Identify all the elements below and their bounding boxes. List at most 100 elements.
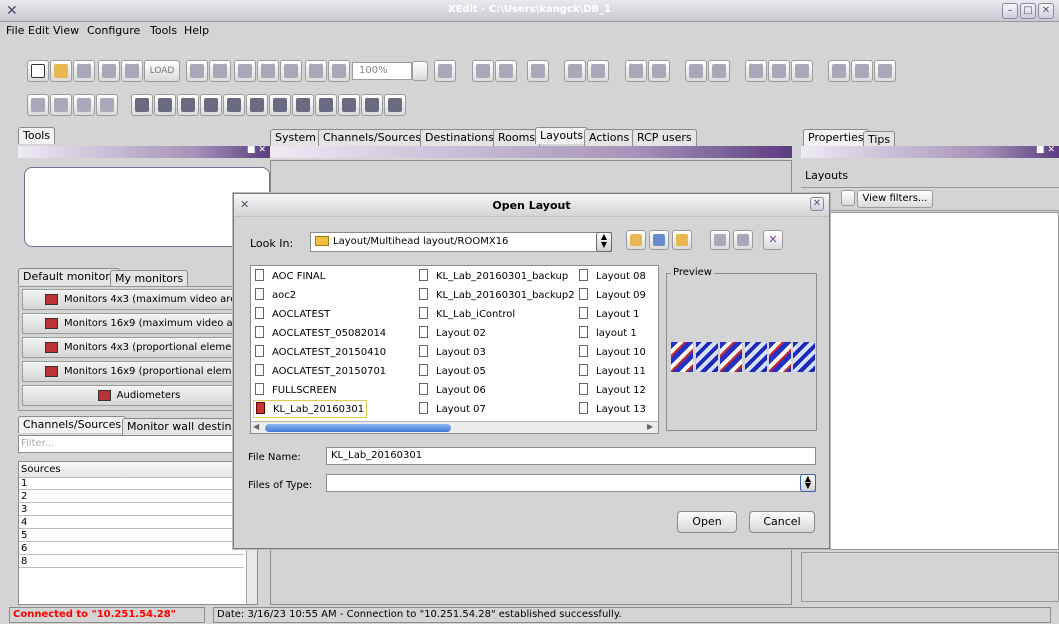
redo-button[interactable] <box>209 60 231 82</box>
menu-configure[interactable]: Configure <box>87 24 140 37</box>
dialog-title-bar[interactable]: ✕ Open Layout ✕ <box>234 194 829 217</box>
export-button[interactable] <box>98 60 120 82</box>
panel-close-icon[interactable]: ■ ✕ <box>247 145 266 155</box>
tab-actions[interactable]: Actions <box>584 129 635 146</box>
delete-button[interactable]: ✕ <box>763 230 783 250</box>
tab-channels-sources[interactable]: Channels/Sources <box>18 416 127 433</box>
bring-front-button[interactable] <box>472 60 494 82</box>
list-item[interactable]: FULLSCREEN <box>255 382 337 400</box>
zoom-button[interactable] <box>328 60 350 82</box>
align-center-button[interactable] <box>851 60 873 82</box>
file-name-input[interactable]: KL_Lab_20160301 <box>326 447 816 465</box>
selected-file-item[interactable]: KL_Lab_20160301 <box>253 400 368 418</box>
tool-button-3[interactable] <box>73 94 95 116</box>
align-left-button[interactable] <box>828 60 850 82</box>
table-row[interactable]: 6 <box>19 543 244 555</box>
menu-file[interactable]: File <box>6 24 24 37</box>
tool-button-9[interactable] <box>223 94 245 116</box>
panel-close-icon[interactable]: ■ ✕ <box>1036 145 1055 155</box>
tool-button-11[interactable] <box>269 94 291 116</box>
list-item[interactable]: KL_Lab_20160301_backup <box>419 268 568 286</box>
maximize-icon[interactable]: □ <box>1020 3 1036 19</box>
tool-button-12[interactable] <box>292 94 314 116</box>
list-item[interactable]: Layout 05 <box>419 363 486 381</box>
list-item[interactable]: Layout 09 <box>579 287 646 305</box>
home-button[interactable] <box>649 230 669 250</box>
new-folder-button[interactable] <box>672 230 692 250</box>
horizontal-scrollbar[interactable]: ◀ ▶ <box>251 421 658 433</box>
look-in-select[interactable]: Layout/Multihead layout/ROOMX16 ▲ ▼ <box>310 232 612 252</box>
grid-button[interactable] <box>527 60 549 82</box>
cancel-button[interactable]: Cancel <box>749 511 815 533</box>
tool-button-13[interactable] <box>315 94 337 116</box>
monitor-item[interactable]: Monitors 4x3 (maximum video area) <box>22 289 256 310</box>
list-item[interactable]: AOC FINAL <box>255 268 325 286</box>
cut-button[interactable] <box>234 60 256 82</box>
hdistribute-button[interactable] <box>685 60 707 82</box>
tab-properties[interactable]: Properties <box>803 129 869 146</box>
tab-monitor-wall-destinations[interactable]: Monitor wall destinations <box>122 418 242 435</box>
open-button[interactable]: Open <box>677 511 737 533</box>
list-view-button[interactable] <box>710 230 730 250</box>
vspace-button[interactable] <box>587 60 609 82</box>
list-item[interactable]: Layout 08 <box>579 268 646 286</box>
list-item[interactable]: Layout 1 <box>579 306 640 324</box>
scroll-left-icon[interactable]: ◀ <box>253 422 259 431</box>
up-folder-button[interactable] <box>626 230 646 250</box>
table-row[interactable]: 8 <box>19 556 244 568</box>
open-button[interactable] <box>50 60 72 82</box>
dialog-close-icon[interactable]: ✕ <box>810 197 824 211</box>
list-item[interactable]: KL_Lab_20160301_backup2 <box>419 287 575 305</box>
list-item[interactable]: Layout 11 <box>579 363 646 381</box>
monitor-item[interactable]: Monitors 4x3 (proportional elements) <box>22 337 256 358</box>
vsize-button[interactable] <box>648 60 670 82</box>
table-row[interactable]: 4 <box>19 517 244 529</box>
monitor-item[interactable]: Monitors 16x9 (proportional elements) <box>22 361 256 382</box>
tab-default-monitors[interactable]: Default monitors <box>18 268 121 285</box>
list-item[interactable]: Layout 10 <box>579 344 646 362</box>
list-item[interactable]: Layout 02 <box>419 325 486 343</box>
tab-rooms[interactable]: Rooms <box>493 129 541 146</box>
list-item[interactable]: aoc2 <box>255 287 296 305</box>
table-row[interactable]: 5 <box>19 530 244 542</box>
list-item[interactable]: AOCLATEST_05082014 <box>255 325 386 343</box>
tool-button-4[interactable] <box>96 94 118 116</box>
send-back-button[interactable] <box>495 60 517 82</box>
zoom-spinner[interactable] <box>412 61 428 81</box>
table-row[interactable]: 1 <box>19 478 244 490</box>
align-top-button[interactable] <box>745 60 767 82</box>
tool-button-5[interactable] <box>131 94 153 116</box>
list-item[interactable]: Layout 13 <box>579 401 646 419</box>
select-tool-button[interactable] <box>27 94 49 116</box>
align-bottom-button[interactable] <box>791 60 813 82</box>
monitor-item[interactable]: Audiometers <box>22 385 256 406</box>
tab-system[interactable]: System <box>270 129 322 146</box>
list-item[interactable]: AOCLATEST <box>255 306 330 324</box>
menu-view[interactable]: View <box>53 24 79 37</box>
list-item[interactable]: Layout 06 <box>419 382 486 400</box>
close-icon[interactable]: ✕ <box>1038 3 1054 19</box>
chevron-updown-icon[interactable]: ▲ ▼ <box>596 232 612 252</box>
tab-destinations[interactable]: Destinations <box>420 129 499 146</box>
details-view-button[interactable] <box>733 230 753 250</box>
list-item[interactable]: AOCLATEST_20150410 <box>255 344 386 362</box>
hspace-button[interactable] <box>564 60 586 82</box>
tab-center-channels-sources[interactable]: Channels/Sources <box>318 129 427 146</box>
tab-layouts[interactable]: Layouts <box>535 127 589 144</box>
menu-tools[interactable]: Tools <box>150 24 177 37</box>
hsize-button[interactable] <box>625 60 647 82</box>
scroll-right-icon[interactable]: ▶ <box>647 422 653 431</box>
monitor-item[interactable]: Monitors 16x9 (maximum video area) <box>22 313 256 334</box>
tool-button-16[interactable] <box>384 94 406 116</box>
vdistribute-button[interactable] <box>708 60 730 82</box>
filter-input[interactable]: Filter... <box>18 435 246 453</box>
list-item[interactable]: AOCLATEST_20150701 <box>255 363 386 381</box>
copy-button[interactable] <box>257 60 279 82</box>
import-button[interactable] <box>121 60 143 82</box>
minimize-icon[interactable]: – <box>1002 3 1018 19</box>
load-button[interactable]: LOAD <box>144 60 180 82</box>
tool-button-8[interactable] <box>200 94 222 116</box>
files-of-type-select[interactable]: ▲ ▼ <box>326 474 816 492</box>
menu-edit[interactable]: Edit <box>28 24 49 37</box>
window-title-bar[interactable]: ✕ XEdit - C:\Users\kangck\DB_1 – □ ✕ <box>0 0 1059 22</box>
